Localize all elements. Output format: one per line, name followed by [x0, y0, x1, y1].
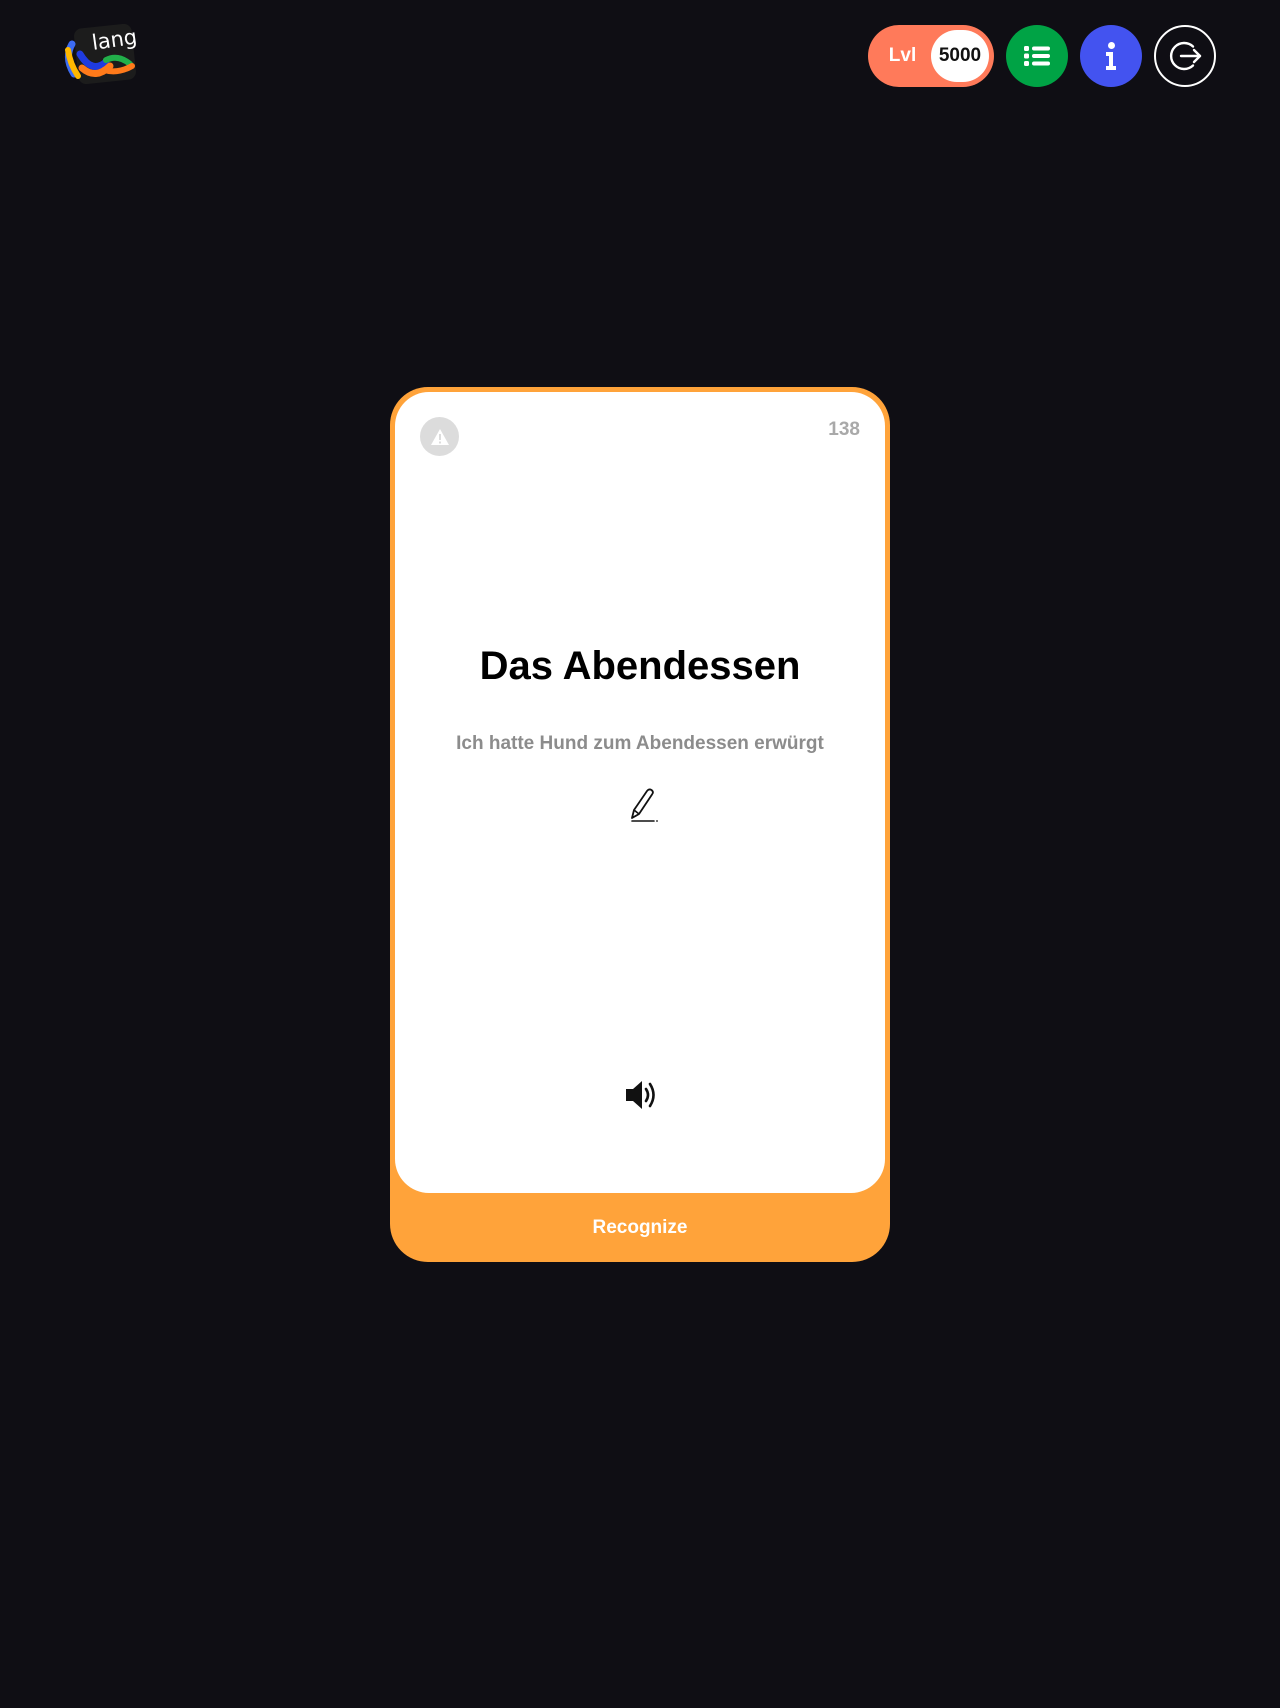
logo-graphic: lang [65, 24, 139, 85]
play-audio-button[interactable] [624, 1078, 660, 1112]
card-number: 138 [828, 419, 860, 440]
speaker-icon [626, 1081, 655, 1109]
logout-button[interactable] [1154, 25, 1216, 87]
info-button[interactable] [1080, 25, 1142, 87]
card-word: Das Abendessen [479, 644, 801, 688]
header-actions: Lvl 5000 [868, 25, 1216, 87]
list-icon [1024, 46, 1050, 66]
level-badge[interactable]: Lvl 5000 [868, 25, 994, 87]
level-value: 5000 [931, 30, 989, 82]
flashcard-face: 138 Das Abendessen Ich hatte Hund zum Ab… [395, 392, 885, 1193]
recognize-button[interactable]: Recognize [390, 1193, 890, 1262]
logout-icon [1170, 41, 1202, 71]
app-logo[interactable]: lang [62, 24, 142, 90]
list-button[interactable] [1006, 25, 1068, 87]
flashcard: 138 Das Abendessen Ich hatte Hund zum Ab… [390, 387, 890, 1262]
warning-icon [430, 428, 449, 445]
report-button[interactable] [420, 417, 459, 456]
example-sentence: Ich hatte Hund zum Abendessen erwürgt [456, 733, 824, 754]
pencil-icon [631, 788, 658, 822]
info-icon [1106, 42, 1116, 70]
level-label: Lvl [888, 45, 917, 66]
edit-button[interactable] [628, 787, 658, 823]
